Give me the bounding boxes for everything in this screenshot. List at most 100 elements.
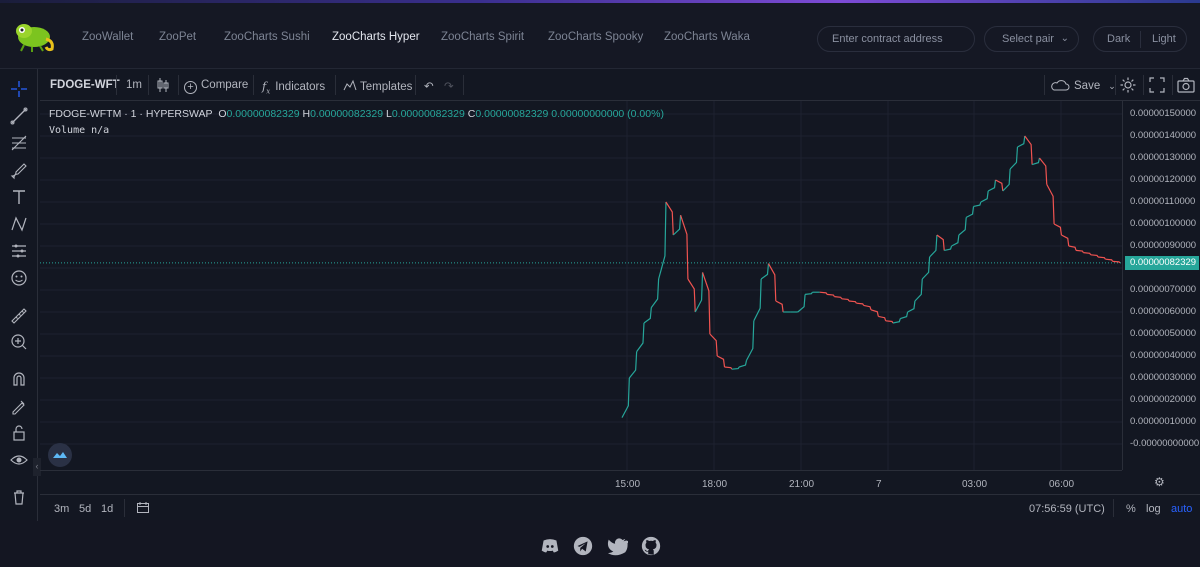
settings-gear-icon[interactable] [1119, 69, 1137, 101]
ruler-icon[interactable] [9, 306, 29, 326]
price-segment [672, 215, 682, 236]
price-segment [965, 206, 975, 218]
price-segment [841, 298, 850, 302]
time-axis[interactable]: 15:00 18:00 21:00 7 03:00 06:00 [40, 470, 1122, 494]
fullscreen-icon[interactable] [1149, 69, 1165, 101]
bottom-divider [124, 499, 125, 517]
range-5d-button[interactable]: 5d [79, 503, 91, 515]
templates-button[interactable]: Templates [343, 69, 412, 101]
camera-icon[interactable] [1177, 69, 1195, 101]
emoji-icon[interactable] [9, 268, 29, 288]
price-tick-label: -0.00000000000 [1130, 438, 1200, 449]
toolbar-divider [463, 75, 464, 95]
compare-label: Compare [201, 79, 249, 91]
volume-legend: Volume n/a [49, 125, 110, 136]
pair-select-label: Select pair [1002, 33, 1054, 45]
chart-toolbar: FDOGE-WFT 1m + Compare fx Indicators Templ… [40, 69, 1200, 101]
price-segment [636, 322, 645, 352]
lock-icon[interactable] [9, 423, 29, 443]
contract-address-input[interactable] [817, 26, 975, 52]
price-segment [724, 366, 733, 370]
legend-high-value: 0.00000082329 [310, 108, 384, 120]
candle-style-icon[interactable] [156, 69, 170, 101]
prediction-icon[interactable] [9, 241, 29, 261]
time-tick-label: 18:00 [702, 479, 728, 490]
time-tick-label: 21:00 [789, 479, 815, 490]
price-segment [1105, 258, 1114, 262]
auto-scale-toggle[interactable]: auto [1171, 503, 1192, 515]
discord-icon[interactable] [539, 535, 561, 557]
legend-close-value: 0.00000082329 [475, 108, 549, 120]
nav-link-zoocharts-hyper[interactable]: ZooCharts Hyper [332, 31, 420, 43]
pair-select[interactable]: Select pair ⌄ [984, 26, 1079, 52]
price-chart-plot[interactable] [40, 101, 1122, 470]
nav-link-zoocharts-spooky[interactable]: ZooCharts Spooky [548, 31, 643, 43]
trash-icon[interactable] [9, 487, 29, 507]
price-segment [995, 179, 1004, 192]
zoom-in-icon[interactable] [9, 332, 29, 352]
stay-drawing-icon[interactable] [9, 396, 29, 416]
nav-link-zoopet[interactable]: ZooPet [159, 31, 196, 43]
price-segment [731, 366, 740, 370]
theme-dark-button[interactable]: Dark [1107, 33, 1130, 45]
price-segment [753, 278, 762, 322]
nav-link-zoocharts-waka[interactable]: ZooCharts Waka [664, 31, 750, 43]
eye-icon[interactable] [9, 450, 29, 470]
tradingview-logo-icon[interactable] [48, 443, 72, 467]
price-segment [973, 201, 982, 207]
trend-line-icon[interactable] [9, 106, 29, 126]
magnet-icon[interactable] [9, 369, 29, 389]
price-segment [900, 311, 909, 320]
axis-settings-gear-icon[interactable]: ⚙ [1154, 475, 1165, 489]
compare-button[interactable]: + Compare [184, 69, 248, 101]
price-axis[interactable]: -0.00000000000 0.00000010000 0.00000020000… [1122, 101, 1200, 470]
interval-button[interactable]: 1m [126, 69, 142, 101]
github-icon[interactable] [640, 535, 662, 557]
undo-icon[interactable]: ↶ [424, 69, 434, 101]
price-segment [805, 291, 813, 295]
twitter-icon[interactable] [606, 535, 628, 557]
theme-divider [1140, 31, 1141, 48]
price-segment [987, 179, 997, 192]
templates-icon [343, 79, 357, 91]
crosshair-icon[interactable] [9, 79, 29, 99]
brush-icon[interactable] [9, 160, 29, 180]
range-1d-button[interactable]: 1d [101, 503, 113, 515]
utc-clock[interactable]: 07:56:59 (UTC) [1029, 503, 1105, 515]
chevron-down-icon: ⌄ [1060, 33, 1069, 44]
pattern-icon[interactable] [9, 214, 29, 234]
log-scale-toggle[interactable]: log [1146, 503, 1161, 515]
telegram-icon[interactable] [572, 535, 594, 557]
goto-date-icon[interactable] [136, 501, 150, 518]
price-tick-label: 0.00000040000 [1130, 350, 1197, 361]
redo-icon[interactable]: ↷ [444, 69, 454, 101]
text-tool-icon[interactable] [9, 187, 29, 207]
price-segment [878, 315, 887, 321]
price-tick-label: 0.00000150000 [1130, 108, 1197, 119]
price-segment [1046, 184, 1055, 225]
legend-title: FDOGE-WFTM · 1 · HYPERSWAP [49, 108, 213, 120]
symbol-button[interactable]: FDOGE-WFT [50, 69, 120, 101]
chameleon-logo-icon[interactable] [10, 17, 58, 53]
indicators-button[interactable]: fx Indicators [262, 69, 325, 101]
theme-light-button[interactable]: Light [1152, 33, 1176, 45]
legend-open-value: 0.00000082329 [226, 108, 300, 120]
legend-change-value: 0.00000000000 (0.00%) [551, 108, 664, 120]
range-3m-button[interactable]: 3m [54, 503, 69, 515]
nav-link-zoowallet[interactable]: ZooWallet [82, 31, 133, 43]
price-segment [870, 309, 879, 317]
price-segment [716, 355, 726, 368]
theme-toggle: Dark Light [1093, 26, 1187, 52]
price-segment [1112, 260, 1121, 264]
price-segment [819, 291, 828, 295]
toolbar-divider [148, 75, 149, 95]
footer-social-links [0, 535, 1200, 559]
price-segment [760, 263, 770, 280]
nav-link-zoocharts-sushi[interactable]: ZooCharts Sushi [224, 31, 310, 43]
save-button[interactable]: Save ⌄ [1050, 69, 1116, 101]
nav-link-zoocharts-spirit[interactable]: ZooCharts Spirit [441, 31, 524, 43]
toolbar-divider [253, 75, 254, 95]
fib-retracement-icon[interactable] [9, 133, 29, 153]
percent-scale-toggle[interactable]: % [1126, 503, 1136, 515]
indicators-label: Indicators [275, 81, 326, 93]
